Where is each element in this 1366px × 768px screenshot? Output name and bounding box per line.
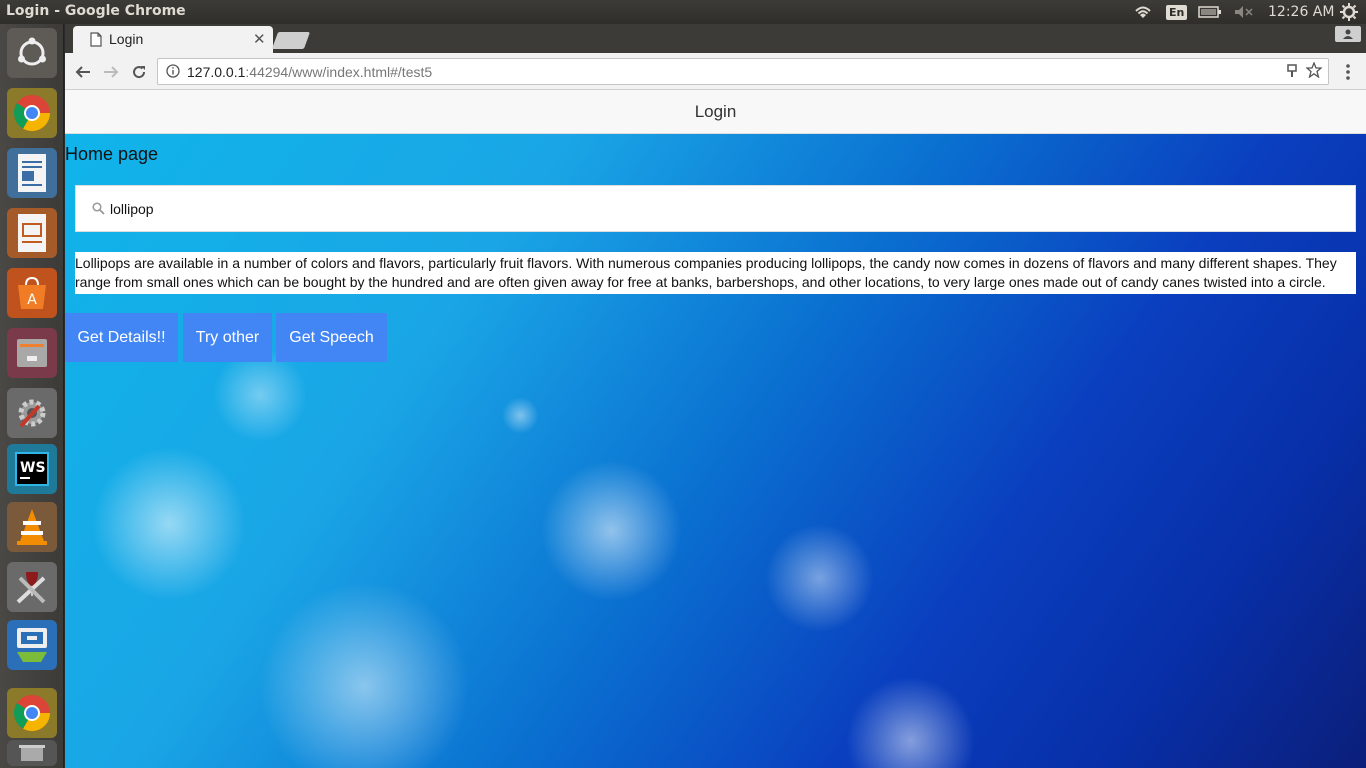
app-header: Login — [65, 90, 1366, 134]
impress-icon[interactable] — [7, 208, 57, 258]
browser-window: Login ✕ 127.0.0.1:44294/www/index.html#/… — [65, 24, 1366, 768]
info-icon[interactable] — [166, 64, 180, 81]
try-other-button[interactable]: Try other — [183, 313, 272, 362]
search-input[interactable] — [110, 199, 1310, 219]
svg-text:A: A — [27, 292, 37, 308]
get-details-button[interactable]: Get Details!! — [65, 313, 178, 362]
get-speech-button[interactable]: Get Speech — [276, 313, 387, 362]
page-viewport: Login Home page Lollipops are available … — [65, 90, 1366, 768]
search-icon — [92, 202, 105, 218]
url-text[interactable]: 127.0.0.1:44294/www/index.html#/test5 — [187, 64, 432, 80]
chrome-icon[interactable] — [7, 88, 57, 138]
settings-icon[interactable] — [7, 388, 57, 438]
webstorm-icon[interactable]: WS — [7, 444, 57, 494]
new-tab-button[interactable] — [271, 32, 311, 49]
launcher: A WS — [0, 24, 64, 768]
battery-icon[interactable] — [1198, 0, 1222, 24]
system-gear-icon[interactable] — [1340, 0, 1358, 24]
language-label: En — [1166, 4, 1188, 20]
volume-muted-icon[interactable] — [1234, 0, 1254, 24]
document-icon — [90, 32, 102, 51]
vlc-icon[interactable] — [7, 502, 57, 552]
wifi-icon[interactable] — [1132, 0, 1154, 24]
writer-icon[interactable] — [7, 148, 57, 198]
url-host: 127.0.0.1 — [187, 64, 246, 80]
keyboard-language-indicator[interactable]: En — [1166, 0, 1188, 24]
browser-toolbar: 127.0.0.1:44294/www/index.html#/test5 — [65, 53, 1366, 90]
ubuntu-logo-icon[interactable] — [7, 28, 57, 78]
wine-tools-icon[interactable] — [7, 562, 57, 612]
close-icon[interactable]: ✕ — [253, 30, 266, 48]
chrome-icon[interactable] — [7, 688, 57, 738]
forward-arrow-icon[interactable] — [99, 60, 123, 84]
svg-text:WS: WS — [20, 460, 46, 476]
address-bar[interactable]: 127.0.0.1:44294/www/index.html#/test5 — [157, 58, 1329, 85]
software-center-icon[interactable]: A — [7, 268, 57, 318]
files-icon[interactable] — [7, 328, 57, 378]
menu-dots-icon[interactable] — [1338, 61, 1358, 83]
url-path: :44294/www/index.html#/test5 — [245, 64, 433, 80]
profile-icon[interactable] — [1335, 26, 1361, 42]
window-title: Login - Google Chrome — [6, 3, 186, 19]
screenshot-icon[interactable] — [7, 620, 57, 670]
page-title: Home page — [65, 144, 159, 164]
top-panel: Login - Google Chrome En 12:26 AM — [0, 0, 1366, 24]
tab-login[interactable]: Login ✕ — [73, 26, 273, 53]
clock[interactable]: 12:26 AM — [1268, 0, 1334, 24]
back-arrow-icon[interactable] — [71, 60, 95, 84]
key-icon[interactable] — [1286, 64, 1298, 81]
trash-icon[interactable] — [7, 740, 57, 766]
reload-icon[interactable] — [127, 60, 151, 84]
bookmark-star-icon[interactable] — [1305, 61, 1323, 81]
tab-title: Login — [109, 31, 144, 47]
tab-strip: Login ✕ — [65, 24, 1366, 53]
description-text: Lollipops are available in a number of c… — [75, 252, 1356, 294]
search-box[interactable] — [75, 185, 1356, 232]
header-title: Login — [694, 101, 737, 121]
